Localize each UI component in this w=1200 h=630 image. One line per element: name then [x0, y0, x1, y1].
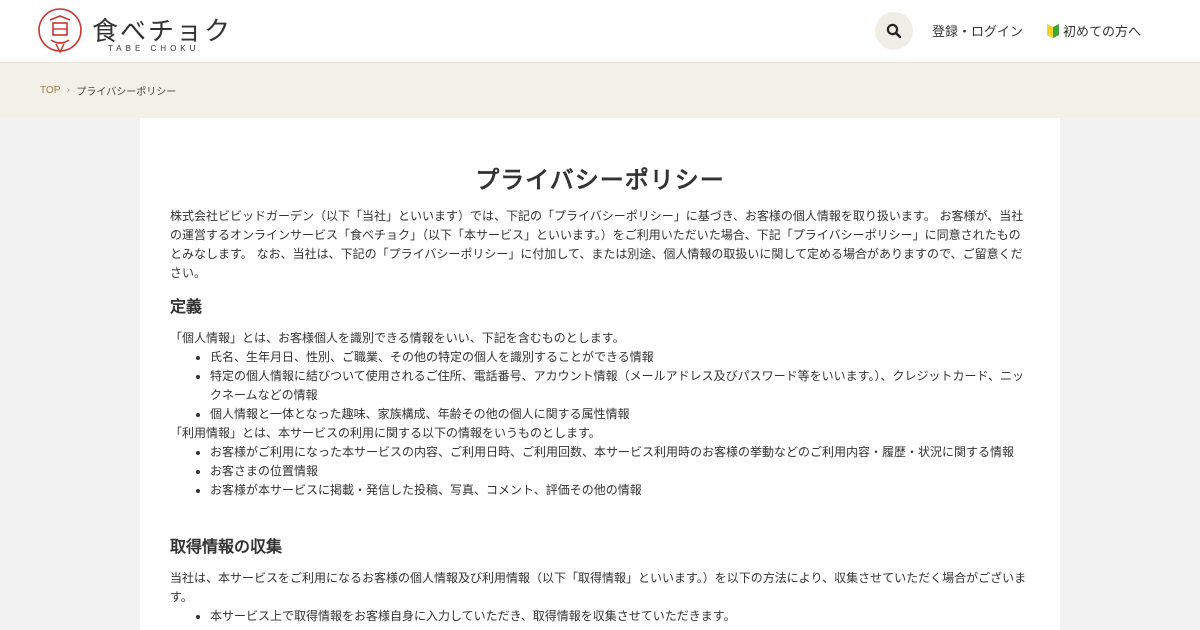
- intro-paragraph: 株式会社ビビッドガーデン（以下「当社」といいます）では、下記の「プライバシーポリ…: [170, 209, 1024, 280]
- policy-card: プライバシーポリシー 株式会社ビビッドガーデン（以下「当社」といいます）では、下…: [140, 118, 1060, 630]
- search-button[interactable]: [875, 12, 913, 50]
- breadcrumb-bar: TOP › プライバシーポリシー: [0, 63, 1200, 118]
- collection-lead: 当社は、本サービスをご利用になるお客様の個人情報及び利用情報（以下「取得情報」と…: [170, 571, 1027, 604]
- list-item: お客様がご利用になった本サービスの内容、ご利用日時、ご利用回数、本サービス利用時…: [210, 443, 1030, 462]
- usage-info-lead: 「利用情報」とは、本サービスの利用に関する以下の情報をいうものとします。: [170, 426, 601, 440]
- site-header: 食べチョク TABE CHOKU 登録・ログイン 初めての方へ: [0, 0, 1200, 63]
- list-item: 特定の個人情報に結びついて使用されるご住所、電話番号、アカウント情報（メールアド…: [210, 367, 1030, 405]
- site-logo[interactable]: 食べチョク TABE CHOKU: [36, 6, 230, 56]
- chevron-right-icon: ›: [66, 85, 71, 96]
- first-time-label: 初めての方へ: [1063, 25, 1142, 40]
- page-title: プライバシーポリシー: [475, 166, 725, 194]
- list-item: お客さまの位置情報: [210, 462, 1030, 481]
- search-icon: [886, 23, 902, 39]
- collection-list: 本サービス上で取得情報をお客様自身に入力していただき、取得情報を収集させていただ…: [170, 607, 1030, 626]
- logo-mark-icon: [38, 8, 82, 54]
- section-heading-collection: 取得情報の収集: [170, 537, 283, 556]
- breadcrumb: TOP › プライバシーポリシー: [40, 83, 176, 98]
- list-item: 氏名、生年月日、性別、ご職業、その他の特定の個人を識別することができる情報: [210, 348, 1030, 367]
- logo-name: 食べチョク: [92, 17, 233, 47]
- beginner-mark-icon: [1047, 23, 1059, 38]
- usage-info-list: お客様がご利用になった本サービスの内容、ご利用日時、ご利用回数、本サービス利用時…: [170, 443, 1030, 500]
- first-time-link[interactable]: 初めての方へ: [1046, 21, 1141, 40]
- breadcrumb-top-link[interactable]: TOP: [40, 85, 60, 96]
- list-item: 個人情報と一体となった趣味、家族構成、年齢その他の個人に関する属性情報: [210, 405, 1030, 424]
- section-heading-definition: 定義: [170, 297, 203, 316]
- policy-content: プライバシーポリシー 株式会社ビビッドガーデン（以下「当社」といいます）では、下…: [140, 160, 1060, 626]
- logo-sub: TABE CHOKU: [108, 44, 200, 53]
- list-item: お客様が本サービスに掲載・発信した投稿、写真、コメント、評価その他の情報: [210, 481, 1030, 500]
- personal-info-lead: 「個人情報」とは、お客様個人を識別できる情報をいい、下記を含むものとします。: [170, 331, 625, 345]
- breadcrumb-current: プライバシーポリシー: [76, 87, 177, 98]
- personal-info-list: 氏名、生年月日、性別、ご職業、その他の特定の個人を識別することができる情報 特定…: [170, 348, 1030, 424]
- login-link[interactable]: 登録・ログイン: [932, 21, 1023, 40]
- list-item: 本サービス上で取得情報をお客様自身に入力していただき、取得情報を収集させていただ…: [210, 607, 1030, 626]
